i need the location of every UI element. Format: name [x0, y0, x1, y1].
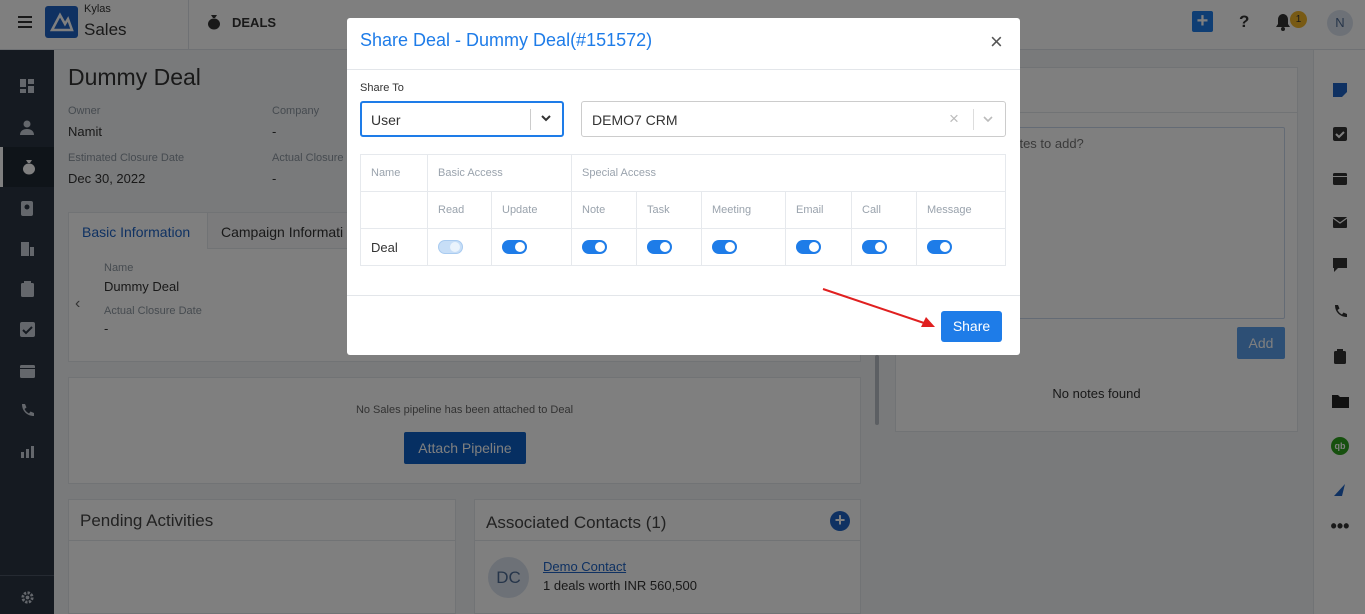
task-toggle[interactable] — [647, 240, 672, 254]
col-task: Task — [636, 191, 702, 229]
col-note: Note — [571, 191, 637, 229]
annotation-arrow — [822, 288, 935, 327]
message-toggle[interactable] — [927, 240, 952, 254]
share-button[interactable]: Share — [941, 311, 1002, 342]
col-email: Email — [785, 191, 852, 229]
divider — [973, 109, 974, 130]
modal-title: Share Deal - Dummy Deal(#151572) — [360, 30, 653, 50]
share-type-select[interactable]: User — [360, 101, 564, 137]
col-name-header: Name — [360, 154, 428, 192]
share-type-value: User — [371, 112, 401, 128]
col-meeting: Meeting — [701, 191, 786, 229]
col-update: Update — [491, 191, 572, 229]
basic-access-header: Basic Access — [427, 154, 572, 192]
call-toggle[interactable] — [862, 240, 887, 254]
special-access-header: Special Access — [571, 154, 1006, 192]
divider — [530, 109, 531, 130]
empty-cell — [360, 191, 428, 229]
share-target-value: DEMO7 CRM — [592, 112, 678, 128]
col-message: Message — [916, 191, 1006, 229]
clear-icon[interactable]: × — [949, 109, 959, 129]
share-to-label: Share To — [360, 82, 404, 94]
close-icon[interactable]: × — [990, 31, 1003, 53]
col-call: Call — [851, 191, 917, 229]
chevron-down-icon[interactable] — [540, 112, 552, 127]
col-read: Read — [427, 191, 492, 229]
share-deal-modal: Share Deal - Dummy Deal(#151572) × Share… — [347, 18, 1020, 355]
update-toggle[interactable] — [502, 240, 527, 254]
email-toggle[interactable] — [796, 240, 821, 254]
row-deal-label: Deal — [360, 228, 428, 266]
divider — [347, 69, 1020, 70]
read-toggle[interactable] — [438, 240, 463, 254]
note-toggle[interactable] — [582, 240, 607, 254]
share-target-select[interactable]: DEMO7 CRM × — [581, 101, 1006, 137]
permissions-table: Name Basic Access Special Access Read Up… — [360, 154, 1006, 266]
meeting-toggle[interactable] — [712, 240, 737, 254]
chevron-down-icon[interactable] — [982, 113, 994, 128]
